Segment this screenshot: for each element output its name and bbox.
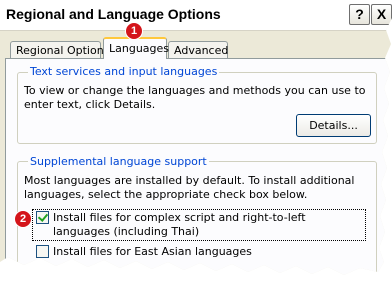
title-bar[interactable]: Regional and Language Options ? X xyxy=(0,0,392,31)
text-services-legend: Text services and input languages xyxy=(28,65,220,78)
complex-script-label[interactable]: Install files for complex script and rig… xyxy=(53,211,364,239)
details-button[interactable]: Details... xyxy=(296,114,371,137)
window-title: Regional and Language Options xyxy=(6,6,221,22)
east-asian-option[interactable]: Install files for East Asian languages xyxy=(34,245,252,259)
complex-script-checkbox[interactable] xyxy=(36,211,49,224)
text-services-description: To view or change the languages and meth… xyxy=(24,84,366,111)
east-asian-label[interactable]: Install files for East Asian languages xyxy=(53,245,252,259)
step-marker-1: 1 xyxy=(126,23,142,39)
tab-advanced[interactable]: Advanced xyxy=(168,41,228,58)
step-marker-2: 2 xyxy=(15,211,31,227)
dialog-window: Regional and Language Options ? X Region… xyxy=(0,0,392,275)
close-button[interactable]: X xyxy=(371,4,392,25)
complex-script-option[interactable]: Install files for complex script and rig… xyxy=(32,209,366,241)
supplemental-description: Most languages are installed by default.… xyxy=(24,174,355,201)
east-asian-checkbox[interactable] xyxy=(36,245,49,258)
tab-regional-options[interactable]: Regional Options xyxy=(10,41,109,58)
supplemental-legend: Supplemental language support xyxy=(28,155,209,168)
tab-languages[interactable]: Languages xyxy=(103,37,169,59)
help-button[interactable]: ? xyxy=(349,4,370,25)
